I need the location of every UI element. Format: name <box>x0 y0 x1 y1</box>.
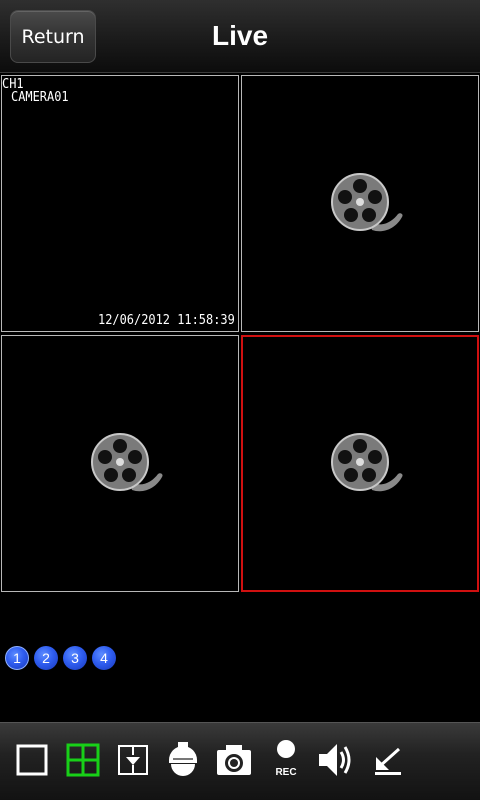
snapshot-button[interactable] <box>214 737 254 783</box>
dome-camera-icon <box>169 742 197 776</box>
video-cell-4[interactable] <box>241 335 479 592</box>
live-view-screen: Return Live CH1 CAMERA01 12/06/2012 11:5… <box>0 0 480 800</box>
film-reel-icon <box>331 433 403 492</box>
top-bar: Return Live <box>0 0 480 73</box>
audio-button[interactable] <box>315 737 355 783</box>
record-label: REC <box>275 767 297 778</box>
page-dot-2[interactable]: 2 <box>34 646 58 670</box>
video-grid: CH1 CAMERA01 12/06/2012 11:58:39 <box>0 74 480 592</box>
quad-view-button[interactable] <box>63 737 103 783</box>
single-square-icon <box>16 744 48 776</box>
record-button[interactable]: REC <box>266 737 306 783</box>
quad-grid-icon <box>66 743 100 777</box>
video-cell-2[interactable] <box>241 75 479 332</box>
speaker-icon <box>319 744 351 776</box>
video-timestamp: 12/06/2012 11:58:39 <box>98 313 235 328</box>
camera-name: CAMERA01 <box>11 90 69 105</box>
video-cell-3[interactable] <box>1 335 239 592</box>
dome-camera-button[interactable] <box>163 737 203 783</box>
bottom-toolbar: REC <box>0 722 480 800</box>
stop-all-button[interactable] <box>368 737 408 783</box>
arrow-down-left-icon <box>375 747 401 775</box>
single-view-button[interactable] <box>12 737 52 783</box>
video-cell-1[interactable]: CH1 CAMERA01 12/06/2012 11:58:39 <box>1 75 239 332</box>
page-dot-1[interactable]: 1 <box>5 646 29 670</box>
page-dot-4[interactable]: 4 <box>92 646 116 670</box>
ptz-arrow-icon <box>118 745 148 775</box>
ptz-button[interactable] <box>113 737 153 783</box>
page-dot-3[interactable]: 3 <box>63 646 87 670</box>
return-button[interactable]: Return <box>10 10 96 63</box>
film-reel-icon <box>91 433 163 492</box>
film-reel-icon <box>331 173 403 232</box>
page-indicator: 1 2 3 4 <box>5 646 116 670</box>
camera-icon <box>217 745 251 775</box>
